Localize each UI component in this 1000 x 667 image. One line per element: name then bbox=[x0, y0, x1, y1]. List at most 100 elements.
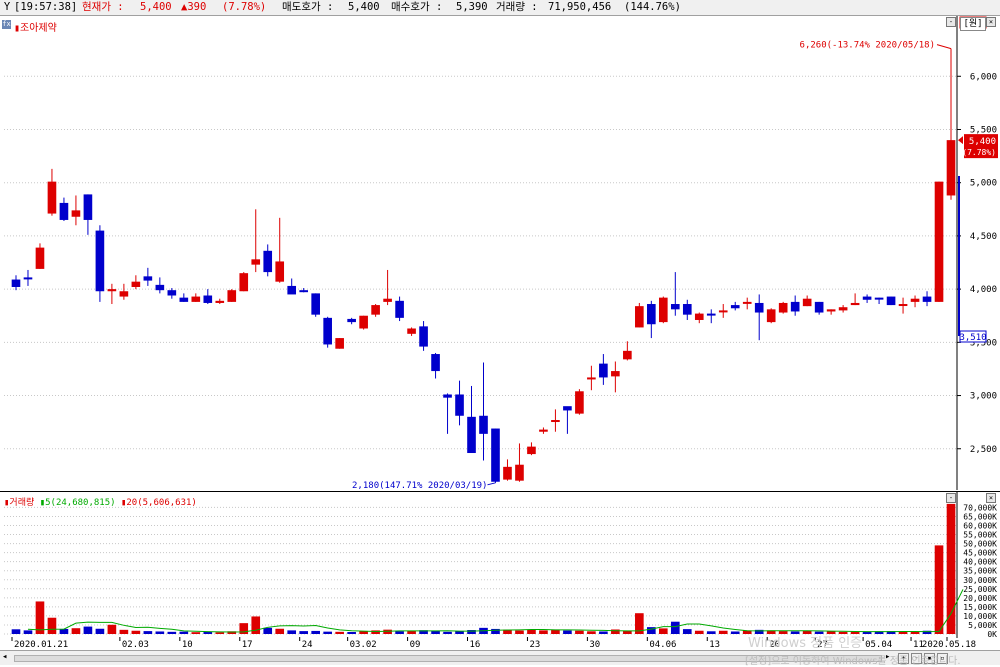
volume-bar bbox=[946, 503, 956, 634]
candle-body bbox=[251, 259, 261, 265]
candle-body bbox=[790, 301, 800, 312]
volume-tick-label: 30,000K bbox=[963, 576, 997, 585]
candle-body bbox=[131, 281, 141, 287]
volume-chart-panel[interactable]: 70,000K 65,000K 60,000K 55,000K 50,000K 45,00… bbox=[0, 491, 1000, 642]
candle-body bbox=[347, 318, 356, 323]
price-tick-label: 2,500 bbox=[970, 445, 997, 455]
minimize-panel-icon[interactable]: - bbox=[946, 17, 956, 27]
volume-tick-label: 5,000K bbox=[968, 621, 997, 630]
volume-bar bbox=[203, 632, 213, 634]
date-tick-label: 13 bbox=[709, 640, 720, 650]
candle-body bbox=[718, 310, 728, 313]
volume-bar bbox=[95, 628, 105, 634]
candle-body bbox=[575, 391, 584, 414]
candle-body bbox=[455, 394, 464, 416]
close-panel-icon[interactable]: × bbox=[986, 17, 996, 27]
candle-body bbox=[359, 315, 368, 329]
candle-body bbox=[898, 304, 908, 307]
volume-bar bbox=[682, 629, 692, 634]
date-tick-label: 09 bbox=[410, 640, 421, 650]
candle-body bbox=[95, 230, 105, 292]
candle-body bbox=[682, 304, 692, 315]
volume-legend: ▮거래량 ▮5(24,680,815) ▮20(5,606,631) bbox=[4, 495, 197, 508]
volume-bar bbox=[599, 631, 608, 634]
minimize-volume-icon[interactable]: - bbox=[946, 493, 956, 503]
low-annotation: 2,180(147.71% 2020/03/19) bbox=[352, 481, 487, 490]
volume-tick-label: 70,000K bbox=[963, 503, 997, 512]
candle-body bbox=[862, 296, 872, 300]
volume-bar bbox=[71, 628, 81, 634]
candle-body bbox=[706, 313, 716, 316]
candle-body bbox=[119, 291, 129, 297]
status-bar: ◂ ▸ + - ▪ ▫ [설정]으로 이동하여 Windows를 정품 인증합니… bbox=[0, 650, 1000, 667]
change-percent: (7.78%) bbox=[222, 1, 267, 13]
candle-body bbox=[215, 300, 225, 303]
volume-bar bbox=[443, 631, 452, 634]
date-tick-label: 10 bbox=[182, 640, 193, 650]
stock-name-label: ▮조아제약 bbox=[14, 23, 57, 34]
candle-body bbox=[539, 429, 548, 432]
volume-tick-label: 25,000K bbox=[963, 585, 997, 594]
volume-bar bbox=[179, 631, 189, 634]
price-chart-panel[interactable]: 6,000 5,500 5,000 4,500 4,000 3,500 3,000 2,500… bbox=[0, 16, 1000, 491]
volume-bar bbox=[35, 601, 45, 634]
volume-bar bbox=[131, 630, 141, 634]
volume-tick-label: 20,000K bbox=[963, 594, 997, 603]
candle-body bbox=[191, 296, 201, 302]
candle-body bbox=[311, 293, 320, 315]
candle-body bbox=[778, 302, 788, 313]
menu-icon[interactable]: Y bbox=[2, 0, 12, 15]
volume-bar bbox=[730, 631, 740, 634]
close-volume-icon[interactable]: × bbox=[986, 493, 996, 503]
candlestick-chart[interactable]: 6,0005,5005,0004,5004,0003,5003,0002,500… bbox=[0, 16, 1000, 491]
volume-bar bbox=[287, 630, 297, 634]
volume-bar bbox=[934, 545, 944, 634]
candle-body bbox=[179, 297, 189, 302]
price-tick-label: 4,000 bbox=[970, 285, 997, 295]
volume-tick-label: 10,000K bbox=[963, 612, 997, 621]
candle-body bbox=[107, 289, 117, 292]
candle-body bbox=[599, 363, 608, 378]
candle-body bbox=[467, 416, 476, 454]
candle-body bbox=[658, 297, 668, 323]
candle-body bbox=[910, 298, 920, 302]
volume-tick-label: 50,000K bbox=[963, 540, 997, 549]
candle-body bbox=[335, 338, 344, 349]
candle-body bbox=[263, 250, 273, 273]
volume-percent: (144.76%) bbox=[624, 1, 681, 13]
candle-body bbox=[754, 302, 764, 313]
candle-body bbox=[143, 276, 153, 281]
candle-body bbox=[371, 305, 380, 315]
price-tick-label: 6,000 bbox=[970, 72, 997, 82]
candle-body bbox=[227, 290, 237, 302]
candle-body bbox=[874, 297, 884, 300]
bid-label: 매수호가 : bbox=[391, 1, 443, 13]
volume-tick-label: 60,000K bbox=[963, 522, 997, 531]
panel-settings-icon[interactable]: fx bbox=[2, 20, 11, 29]
candle-body bbox=[611, 371, 620, 377]
candle-body bbox=[59, 202, 69, 220]
volume-bar bbox=[119, 629, 129, 634]
candle-body bbox=[886, 296, 896, 306]
volume-chart[interactable]: 70,000K65,000K60,000K55,000K50,000K45,00… bbox=[0, 492, 1000, 639]
volume-bar bbox=[263, 627, 273, 634]
candle-body bbox=[419, 326, 428, 347]
candle-body bbox=[299, 290, 309, 293]
candle-body bbox=[838, 307, 848, 311]
volume-bar bbox=[910, 631, 920, 634]
volume-bar bbox=[575, 630, 584, 634]
date-tick-label: 23 bbox=[529, 640, 540, 650]
candle-body bbox=[11, 279, 21, 287]
scroll-left-icon[interactable]: ◂ bbox=[2, 652, 12, 663]
candle-body bbox=[23, 277, 33, 280]
windows-watermark-sub: [설정]으로 이동하여 Windows를 정품 인증합니다. bbox=[745, 656, 961, 667]
volume-bar bbox=[215, 632, 225, 634]
volume-bar bbox=[347, 632, 356, 634]
date-tick-label: 02.03 bbox=[122, 640, 149, 650]
candle-body bbox=[527, 446, 536, 455]
candle-body bbox=[155, 284, 165, 291]
candle-body bbox=[623, 350, 632, 360]
price-tick-label: 5,000 bbox=[970, 179, 997, 189]
volume-bar bbox=[83, 626, 93, 634]
date-tick-label: 2020.01.21 bbox=[14, 640, 68, 650]
